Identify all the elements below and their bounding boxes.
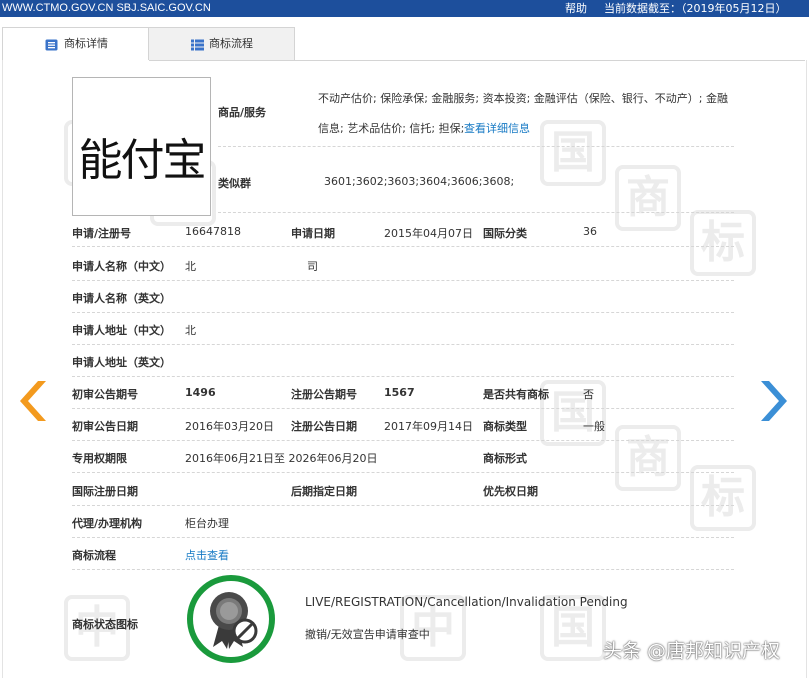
- status-icon: [187, 575, 275, 663]
- applicant-cn-label: 申请人名称（中文）: [72, 260, 171, 273]
- divider: [72, 280, 734, 281]
- watermark-shape: 标: [690, 210, 756, 276]
- reg-notice-date-value: 2017年09月14日: [384, 420, 473, 433]
- watermark-shape: 标: [690, 465, 756, 531]
- previous-arrow-icon[interactable]: [20, 381, 46, 421]
- data-date: 当前数据截至：（2019年05月12日）: [604, 2, 787, 15]
- document-icon: [45, 39, 58, 51]
- app-date-value: 2015年04月07日: [384, 227, 473, 240]
- app-date-label: 申请日期: [291, 227, 335, 240]
- divider: [72, 376, 734, 377]
- view-details-link[interactable]: 查看详细信息: [464, 120, 530, 136]
- goods-services-line2: 信息; 艺术品估价; 信托; 担保;: [318, 122, 465, 135]
- divider: [72, 569, 734, 570]
- applicant-en-label: 申请人名称（英文）: [72, 292, 171, 305]
- reg-notice-no-label: 注册公告期号: [291, 388, 357, 401]
- reg-notice-no-value: 1567: [384, 386, 415, 399]
- divider: [72, 537, 734, 538]
- next-arrow-icon[interactable]: [761, 381, 787, 421]
- similar-group-value: 3601;3602;3603;3604;3606;3608;: [324, 175, 515, 188]
- goods-services-label: 商品/服务: [218, 106, 267, 119]
- status-cn: 撤销/无效宣告申请审查中: [305, 628, 430, 641]
- divider: [218, 146, 734, 147]
- footer-watermark: 头条 @唐邦知识产权: [603, 640, 781, 662]
- applicant-cn-value: 北: [185, 260, 196, 273]
- watermark-shape: 国: [540, 380, 606, 446]
- addr-en-label: 申请人地址（英文）: [72, 356, 171, 369]
- shared-label: 是否共有商标: [483, 388, 549, 401]
- intl-class-label: 国际分类: [483, 227, 527, 240]
- divider: [72, 472, 734, 473]
- shared-value: 否: [583, 388, 594, 401]
- divider: [72, 344, 734, 345]
- tab-trademark-details[interactable]: 商标详情: [2, 27, 150, 61]
- intl-reg-date-label: 国际注册日期: [72, 485, 138, 498]
- divider: [72, 246, 734, 247]
- exclusive-label: 专用权期限: [72, 452, 127, 465]
- tm-type-label: 商标类型: [483, 420, 527, 433]
- addr-cn-label: 申请人地址（中文）: [72, 324, 171, 337]
- top-bar: WWW.CTMO.GOV.CN SBJ.SAIC.GOV.CN 帮助 当前数据截…: [0, 0, 809, 17]
- help-link[interactable]: 帮助: [565, 0, 587, 17]
- prelim-date-value: 2016年03月20日: [185, 420, 274, 433]
- status-en: LIVE/REGISTRATION/Cancellation/Invalidat…: [305, 595, 628, 609]
- prelim-no-value: 1496: [185, 386, 216, 399]
- site-url: WWW.CTMO.GOV.CN SBJ.SAIC.GOV.CN: [2, 2, 211, 14]
- tm-type-value: 一般: [583, 420, 605, 433]
- similar-group-label: 类似群: [218, 177, 251, 190]
- prelim-no-label: 初审公告期号: [72, 388, 138, 401]
- watermark-shape: 商: [615, 425, 681, 491]
- trademark-image: 能付宝: [72, 77, 211, 216]
- tab-label: 商标详情: [64, 37, 108, 50]
- tab-bar: 商标详情 商标流程: [2, 27, 805, 61]
- watermark-shape: 商: [615, 165, 681, 231]
- divider: [72, 312, 734, 313]
- goods-services-line1: 不动产估价; 保险承保; 金融服务; 资本投资; 金融评估（保险、银行、不动产）…: [318, 92, 729, 105]
- status-icon-label: 商标状态图标: [72, 618, 138, 631]
- applicant-cn-value-end: 司: [307, 260, 318, 273]
- addr-cn-value: 北: [185, 324, 196, 337]
- intl-class-value: 36: [583, 225, 597, 238]
- agent-label: 代理/办理机构: [72, 517, 143, 530]
- divider: [72, 408, 734, 409]
- reg-notice-date-label: 注册公告日期: [291, 420, 357, 433]
- divider: [72, 440, 734, 441]
- tab-label: 商标流程: [209, 37, 253, 50]
- ribbon-badge-icon: [210, 592, 258, 649]
- prelim-date-label: 初审公告日期: [72, 420, 138, 433]
- divider: [218, 212, 734, 213]
- flow-label: 商标流程: [72, 549, 116, 562]
- list-icon: [191, 39, 204, 51]
- agent-value: 柜台办理: [185, 517, 229, 530]
- later-date-label: 后期指定日期: [291, 485, 357, 498]
- exclusive-value: 2016年06月21日至 2026年06月20日: [185, 452, 378, 465]
- tm-form-label: 商标形式: [483, 452, 527, 465]
- priority-label: 优先权日期: [483, 485, 538, 498]
- reg-no-label: 申请/注册号: [72, 227, 132, 240]
- reg-no-value: 16647818: [185, 225, 241, 238]
- tab-trademark-flow[interactable]: 商标流程: [148, 27, 295, 60]
- trademark-image-text: 能付宝: [78, 135, 207, 186]
- divider: [72, 505, 734, 506]
- watermark-shape: 国: [540, 120, 606, 186]
- flow-view-link[interactable]: 点击查看: [185, 547, 229, 563]
